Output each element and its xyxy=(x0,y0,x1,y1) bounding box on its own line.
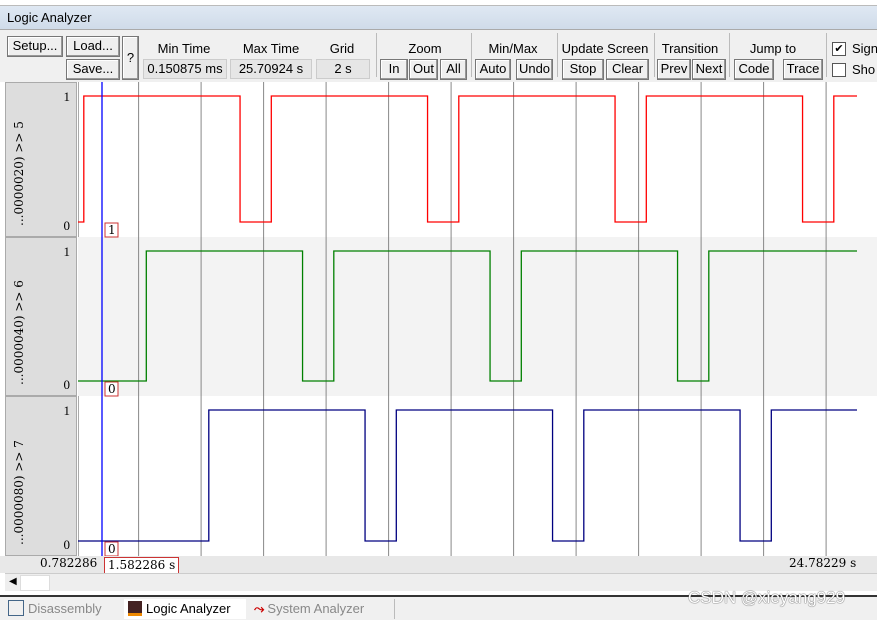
low-level-label: 0 xyxy=(63,377,71,392)
logic-analyzer-icon xyxy=(128,601,142,616)
signal-waveform-3 xyxy=(78,409,857,542)
bottom-tab-bar: Disassembly Logic Analyzer ⤳ System Analy… xyxy=(0,588,877,620)
low-level-label: 0 xyxy=(63,218,71,233)
cursor-value-label: 0 xyxy=(108,542,116,556)
signal-name-2[interactable]: ...0000040) >> 610 xyxy=(5,237,77,396)
high-level-label: 1 xyxy=(63,89,71,104)
disassembly-icon xyxy=(8,600,24,616)
signal-name-1[interactable]: ...0000020) >> 510 xyxy=(5,82,77,237)
low-level-label: 0 xyxy=(63,537,71,552)
tab-disassembly[interactable]: Disassembly xyxy=(8,599,116,619)
tab-system-analyzer[interactable]: ⤳ System Analyzer xyxy=(254,599,395,619)
tab-label: Disassembly xyxy=(28,601,102,616)
time-start-label: 0.782286 xyxy=(40,556,98,570)
cursor-value-label: 1 xyxy=(108,223,116,237)
cursor-time-label: 1.582286 s xyxy=(104,557,180,574)
waveform-plot: 1 0 0 xyxy=(78,82,877,572)
signal-name-3[interactable]: ...0000080) >> 710 xyxy=(5,396,77,556)
scroll-left-arrow-icon[interactable]: ◀ xyxy=(9,576,17,587)
high-level-label: 1 xyxy=(63,403,71,418)
time-axis: 0.782286 1.582286 s 24.78229 s xyxy=(0,556,877,574)
tab-label: System Analyzer xyxy=(267,601,365,616)
tab-label: Logic Analyzer xyxy=(146,601,231,616)
signal-waveform-1 xyxy=(78,95,857,223)
high-level-label: 1 xyxy=(63,244,71,259)
system-analyzer-icon: ⤳ xyxy=(254,601,265,616)
time-end-label: 24.78229 s xyxy=(789,556,857,570)
signal-names-panel: ...0000020) >> 5 1 0 ...0000040) >> 6 1 0 ...0… xyxy=(5,82,77,556)
scrollbar-thumb[interactable] xyxy=(20,575,50,591)
watermark: CSDN @xieyang929 xyxy=(688,588,846,607)
cursor-value-label: 0 xyxy=(108,382,116,396)
tab-logic-analyzer[interactable]: Logic Analyzer xyxy=(124,599,246,619)
lane-background xyxy=(78,237,877,396)
